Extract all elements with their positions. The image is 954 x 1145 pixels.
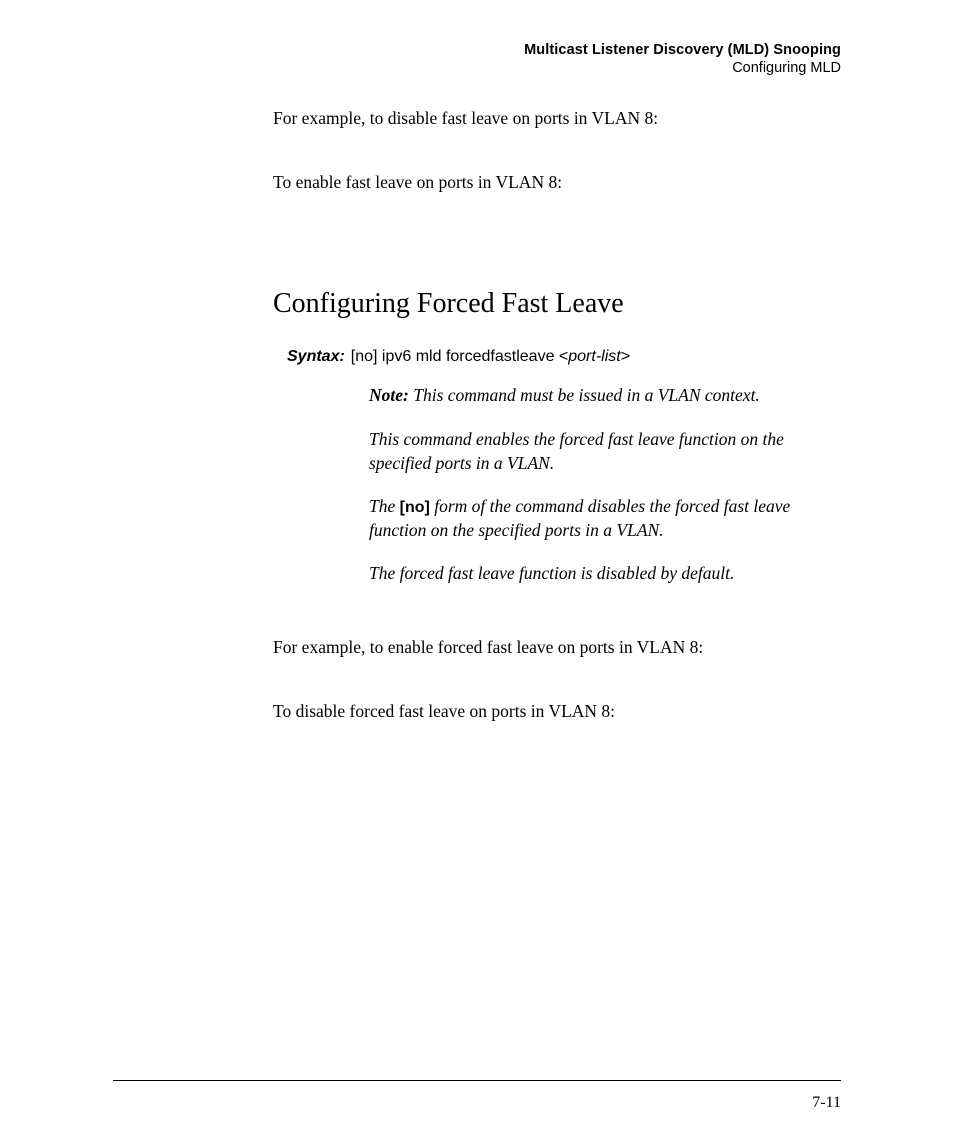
desc2a: The (369, 496, 400, 516)
desc2-no: [no] (400, 499, 430, 516)
syntax-arg: port-list (568, 348, 620, 365)
desc2b: form of the command disables the forced … (369, 496, 790, 540)
note-label: Note: (369, 385, 409, 405)
syntax-lt: < (559, 348, 568, 365)
page: Multicast Listener Discovery (MLD) Snoop… (0, 0, 954, 1145)
body-column: For example, to disable fast leave on po… (273, 107, 841, 747)
paragraph-enable-forced: For example, to enable forced fast leave… (273, 636, 841, 660)
syntax-desc-enable: This command enables the forced fast lea… (369, 428, 841, 475)
footer-rule (113, 1080, 841, 1081)
section-heading: Configuring Forced Fast Leave (273, 288, 841, 320)
syntax-desc-no-form: The [no] form of the command disables th… (369, 495, 841, 542)
syntax-command: [no] ipv6 mld forcedfastleave <port-list… (351, 348, 630, 366)
syntax-command-text: [no] ipv6 mld forcedfastleave (351, 348, 559, 365)
spacer (273, 218, 841, 288)
syntax-label: Syntax: (287, 348, 345, 366)
syntax-line: Syntax: [no] ipv6 mld forcedfastleave <p… (287, 348, 841, 366)
syntax-description: Note: This command must be issued in a V… (369, 384, 841, 586)
header-title: Multicast Listener Discovery (MLD) Snoop… (524, 42, 841, 58)
paragraph-disable-forced: To disable forced fast leave on ports in… (273, 700, 841, 724)
note-text: This command must be issued in a VLAN co… (409, 385, 760, 405)
running-header: Multicast Listener Discovery (MLD) Snoop… (524, 42, 841, 76)
syntax-desc-default: The forced fast leave function is disabl… (369, 562, 841, 586)
syntax-gt: > (621, 348, 630, 365)
paragraph-enable-fast-leave: To enable fast leave on ports in VLAN 8: (273, 171, 841, 195)
page-number: 7-11 (812, 1094, 841, 1112)
header-subtitle: Configuring MLD (524, 60, 841, 76)
paragraph-disable-fast-leave: For example, to disable fast leave on po… (273, 107, 841, 131)
syntax-note: Note: This command must be issued in a V… (369, 384, 841, 408)
